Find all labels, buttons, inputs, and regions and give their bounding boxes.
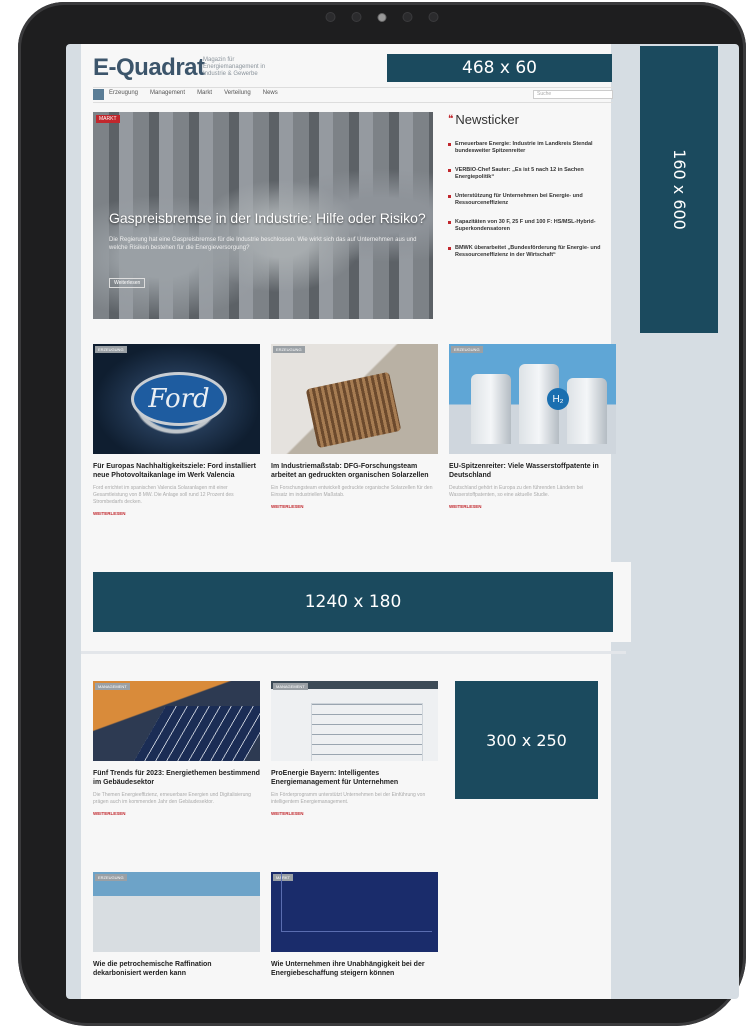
article-excerpt: Ein Forschungsteam entwickelt gedruckte … [271,485,433,498]
article-card[interactable]: ERZEUGUNG Ford Für Europas Nachhaltigkei… [93,344,260,516]
newsticker-title-text: Newsticker [455,112,519,127]
article-tag: ERZEUGUNG [95,874,127,881]
article-tag: ERZEUGUNG [273,346,305,353]
article-title[interactable]: ProEnergie Bayern: Intelligentes Energie… [271,769,438,787]
nav-items: Erzeugung Management Markt Verteilung Ne… [109,90,278,96]
article-image: ERZEUGUNG [271,344,438,454]
article-image: ERZEUGUNG [93,872,260,952]
newsticker-item[interactable]: Unterstützung für Unternehmen bei Energi… [448,193,618,207]
solar-film-icon [305,371,402,449]
ad-banner-side[interactable]: 160 x 600 [640,46,718,333]
nav-item-markt[interactable]: Markt [197,90,212,96]
article-image: MANAGEMENT [93,681,260,761]
website: E-Quadrat Magazin für Energiemanagement … [81,44,631,999]
main-nav: Erzeugung Management Markt Verteilung Ne… [93,87,613,103]
nav-item-management[interactable]: Management [150,90,185,96]
whiteboard-icon [311,703,423,761]
article-card[interactable]: MARKT Wie Unternehmen ihre Unabhängigkei… [271,872,438,978]
nav-item-verteilung[interactable]: Verteilung [224,90,251,96]
article-image: ERZEUGUNG Ford [93,344,260,454]
read-more-link[interactable]: WEITERLESEN [449,504,616,509]
sensor-icon [351,12,362,22]
sensor-icon [428,12,439,22]
home-icon[interactable] [93,89,104,100]
camera-icon [377,12,387,22]
article-excerpt: Deutschland gehört in Europa zu den führ… [449,485,584,498]
article-title[interactable]: Wie Unternehmen ihre Unabhängigkeit bei … [271,960,438,978]
newsticker-item[interactable]: BMWK überarbeitet „Bundesförderung für E… [448,245,618,259]
hero-text: Die Regierung hat eine Gaspreisbremse fü… [109,237,417,251]
ford-logo-icon: Ford [131,372,227,426]
chart-icon [281,872,432,932]
article-title[interactable]: EU-Spitzenreiter: Viele Wasserstoffpaten… [449,462,616,480]
article-card[interactable]: ERZEUGUNG H₂ EU-Spitzenreiter: Viele Was… [449,344,616,509]
article-card[interactable]: ERZEUGUNG Im Industriemaßstab: DFG-Forsc… [271,344,438,509]
hero-article[interactable]: MARKT Gaspreisbremse in der Industrie: H… [93,112,433,319]
article-title[interactable]: Fünf Trends für 2023: Energiethemen best… [93,769,260,787]
camera-bar [325,12,439,22]
section-divider [81,651,626,654]
hero-more-button[interactable]: Weiterlesen [109,278,146,288]
article-card[interactable]: MANAGEMENT ProEnergie Bayern: Intelligen… [271,681,438,816]
article-card[interactable]: MANAGEMENT Fünf Trends für 2023: Energie… [93,681,260,816]
newsticker-mark-icon: ❝ [448,114,454,125]
site-logo[interactable]: E-Quadrat [93,54,205,82]
site-tagline: Magazin für Energiemanagement in Industr… [203,57,266,77]
newsticker-item[interactable]: Erneuerbare Energie: Industrie im Landkr… [448,141,618,155]
hydrogen-icon: H₂ [547,388,569,410]
article-title[interactable]: Wie die petrochemische Raffination dekar… [93,960,260,978]
article-image: ERZEUGUNG H₂ [449,344,616,454]
nav-item-news[interactable]: News [263,90,278,96]
tablet-screen: E-Quadrat Magazin für Energiemanagement … [66,44,739,999]
newsticker-item[interactable]: VERBIO-Chef Sauter: „Es ist 5 nach 12 in… [448,167,618,181]
article-tag: MANAGEMENT [95,683,130,690]
newsticker-item[interactable]: Kapazitäten von 30 F, 25 F und 100 F: HS… [448,219,618,233]
ad-banner-side-label: 160 x 600 [669,149,689,230]
hero-title[interactable]: Gaspreisbremse in der Industrie: Hilfe o… [109,210,426,226]
article-excerpt: Ein Förderprogramm unterstützt Unternehm… [271,792,426,805]
solar-panel-icon [134,706,260,761]
read-more-link[interactable]: WEITERLESEN [271,811,438,816]
article-image: MANAGEMENT [271,681,438,761]
tank-icon [471,374,511,444]
article-excerpt: Ford errichtet im spanischen Valencia So… [93,485,234,505]
hero-tag: MARKT [96,115,120,123]
search-input[interactable]: Suche [533,90,613,99]
ad-banner-wide[interactable]: 1240 x 180 [93,572,613,632]
article-title[interactable]: Für Europas Nachhaltigkeitsziele: Ford i… [93,462,260,480]
article-card[interactable]: ERZEUGUNG Wie die petrochemische Raffina… [93,872,260,978]
read-more-link[interactable]: WEITERLESEN [93,511,260,516]
article-title[interactable]: Im Industriemaßstab: DFG-Forschungsteam … [271,462,438,480]
tank-icon [567,378,607,444]
newsticker-title: ❝ Newsticker [448,112,618,127]
tablet-frame: E-Quadrat Magazin für Energiemanagement … [18,2,746,1026]
sensor-icon [402,12,413,22]
ad-banner-mid[interactable]: 300 x 250 [455,681,598,799]
read-more-link[interactable]: WEITERLESEN [271,504,438,509]
article-excerpt: Die Themen Energieeffizienz, erneuerbare… [93,792,251,805]
article-tag: ERZEUGUNG [95,346,127,353]
newsticker: ❝ Newsticker Erneuerbare Energie: Indust… [448,112,618,271]
read-more-link[interactable]: WEITERLESEN [93,811,260,816]
article-image: MARKT [271,872,438,952]
article-tag: ERZEUGUNG [451,346,483,353]
article-tag: MANAGEMENT [273,683,308,690]
sensor-icon [325,12,336,22]
nav-item-erzeugung[interactable]: Erzeugung [109,90,138,96]
ad-banner-top[interactable]: 468 x 60 [387,54,612,82]
